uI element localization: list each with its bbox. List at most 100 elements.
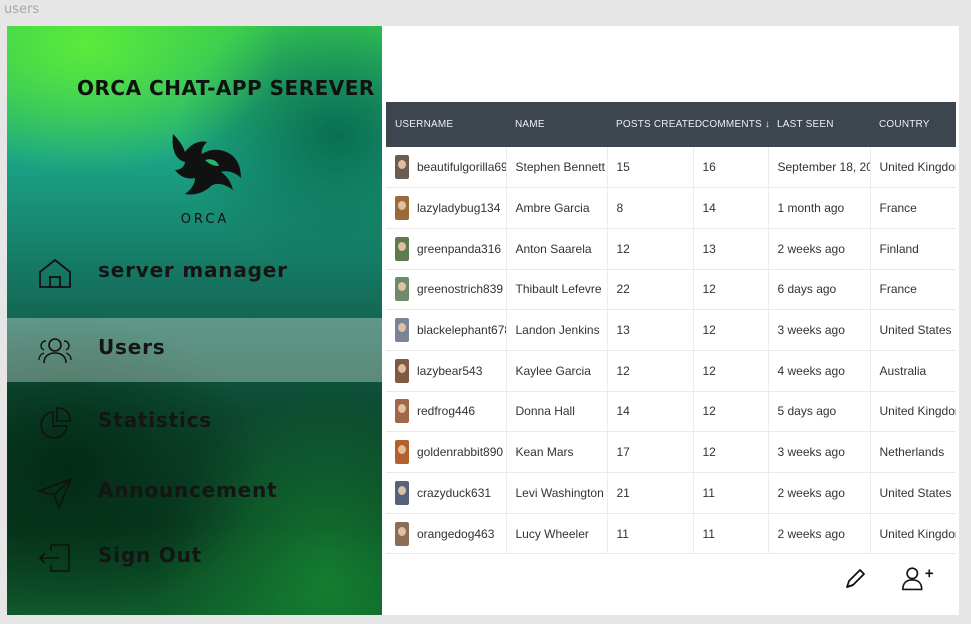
table-row[interactable]: beautifulgorilla696 Stephen Bennett 15 16 Se…: [386, 147, 956, 189]
sidebar-item-server-manager[interactable]: server manager: [7, 241, 382, 305]
column-header-username[interactable]: USERNAME: [386, 102, 506, 147]
cell-name: Thibault Lefevre: [506, 269, 608, 311]
orca-logo-icon: [172, 134, 241, 195]
cell-comments: 12: [693, 269, 769, 311]
cell-name: Kean Mars: [506, 431, 608, 473]
cell-last-seen: 3 weeks ago: [768, 431, 871, 473]
cell-comments: 14: [693, 187, 769, 229]
frame-label: users: [4, 2, 40, 17]
table-row[interactable]: greenostrich839 Thibault Lefevre 22 12 6 day…: [386, 269, 956, 311]
avatar: [395, 358, 409, 383]
username-text: lazyladybug134: [417, 201, 501, 216]
cell-name: Donna Hall: [506, 391, 608, 433]
cell-username: blackelephant678: [386, 309, 507, 351]
sidebar-item-sign-out[interactable]: Sign Out: [7, 526, 382, 590]
cell-name: Lucy Wheeler: [506, 513, 608, 554]
cell-posts-created: 13: [607, 309, 694, 351]
cell-username: orangedog463: [386, 513, 507, 554]
cell-posts-created: 11: [607, 513, 694, 554]
avatar: [395, 399, 409, 424]
sidebar-item-statistics[interactable]: Statistics: [7, 391, 382, 455]
cell-last-seen: 2 weeks ago: [768, 472, 871, 514]
cell-country: Finland: [870, 228, 956, 270]
app-title: ORCA CHAT-APP SEREVER: [77, 76, 375, 100]
avatar: [395, 277, 409, 302]
cell-posts-created: 21: [607, 472, 694, 514]
cell-name: Kaylee Garcia: [506, 350, 608, 392]
username-text: beautifulgorilla696: [417, 160, 506, 175]
cell-username: crazyduck631: [386, 472, 507, 514]
cell-last-seen: 6 days ago: [768, 269, 871, 311]
cell-posts-created: 12: [607, 350, 694, 392]
cell-last-seen: 1 month ago: [768, 187, 871, 229]
sidebar-item-announcement[interactable]: Announcement: [7, 461, 382, 525]
table-row[interactable]: goldenrabbit890 Kean Mars 17 12 3 weeks ago N…: [386, 431, 956, 473]
table-row[interactable]: lazybear543 Kaylee Garcia 12 12 4 weeks ago A…: [386, 350, 956, 392]
sidebar-item-users[interactable]: Users: [7, 318, 382, 382]
cell-comments: 12: [693, 431, 769, 473]
cell-last-seen: 4 weeks ago: [768, 350, 871, 392]
column-header-posts[interactable]: POSTS CREATED: [607, 102, 702, 147]
avatar: [395, 318, 409, 343]
username-text: orangedog463: [417, 526, 495, 541]
table-row[interactable]: lazyladybug134 Ambre Garcia 8 14 1 month ago…: [386, 187, 956, 229]
avatar: [395, 196, 409, 221]
username-text: goldenrabbit890: [417, 445, 504, 460]
cell-country: United States: [870, 472, 956, 514]
cell-name: Levi Washington: [506, 472, 608, 514]
column-header-comments[interactable]: COMMENTS ↓: [693, 102, 770, 147]
cell-country: France: [870, 269, 956, 311]
column-header-country[interactable]: COUNTRY: [870, 102, 956, 147]
username-text: redfrog446: [417, 404, 476, 419]
cell-username: greenostrich839: [386, 269, 507, 311]
pie-chart-icon: [40, 407, 71, 439]
username-text: greenostrich839: [417, 282, 504, 297]
cell-comments: 13: [693, 228, 769, 270]
cell-name: Stephen Bennett: [506, 147, 608, 189]
cell-last-seen: 5 days ago: [768, 391, 871, 433]
edit-button[interactable]: [838, 564, 872, 594]
cell-last-seen: September 18, 2015: [768, 147, 871, 189]
cell-posts-created: 15: [607, 147, 694, 189]
username-text: greenpanda316: [417, 241, 502, 256]
add-user-icon: [902, 567, 934, 591]
pencil-icon: [846, 569, 865, 588]
home-icon: [39, 259, 71, 288]
cell-country: United Kingdom: [870, 147, 956, 189]
username-text: lazybear543: [417, 363, 483, 378]
cell-name: Ambre Garcia: [506, 187, 608, 229]
cell-posts-created: 14: [607, 391, 694, 433]
avatar: [395, 521, 409, 546]
cell-comments: 11: [693, 472, 769, 514]
avatar: [395, 480, 409, 505]
logo-text: ORCA: [180, 212, 230, 227]
username-text: crazyduck631: [417, 485, 492, 500]
add-user-button[interactable]: [900, 564, 934, 594]
cell-username: lazyladybug134: [386, 187, 507, 229]
column-header-name[interactable]: NAME: [506, 102, 607, 147]
table-row[interactable]: crazyduck631 Levi Washington 21 11 2 weeks a…: [386, 472, 956, 514]
cell-comments: 12: [693, 350, 769, 392]
logout-icon: [39, 544, 70, 572]
avatar: [395, 440, 409, 465]
sidebar-item-label: Announcement: [98, 478, 278, 502]
cell-username: redfrog446: [386, 391, 507, 433]
users-icon: [38, 338, 72, 364]
cell-comments: 12: [693, 309, 769, 351]
column-header-last-seen[interactable]: LAST SEEN: [768, 102, 870, 147]
table-row[interactable]: blackelephant678 Landon Jenkins 13 12 3 week…: [386, 309, 956, 351]
table-row[interactable]: redfrog446 Donna Hall 14 12 5 days ago United…: [386, 391, 956, 433]
avatar: [395, 155, 409, 180]
users-table: USERNAME NAME POSTS CREATED COMMENTS ↓ L…: [386, 102, 956, 554]
cell-username: goldenrabbit890: [386, 431, 507, 473]
cell-name: Landon Jenkins: [506, 309, 608, 351]
cell-last-seen: 2 weeks ago: [768, 228, 871, 270]
cell-name: Anton Saarela: [506, 228, 608, 270]
cell-country: Australia: [870, 350, 956, 392]
cell-comments: 16: [693, 147, 769, 189]
table-row[interactable]: orangedog463 Lucy Wheeler 11 11 2 weeks ago U…: [386, 513, 956, 554]
table-row[interactable]: greenpanda316 Anton Saarela 12 13 2 weeks ag…: [386, 228, 956, 270]
cell-last-seen: 2 weeks ago: [768, 513, 871, 554]
send-icon: [38, 478, 72, 509]
cell-country: United Kingdom: [870, 513, 956, 554]
